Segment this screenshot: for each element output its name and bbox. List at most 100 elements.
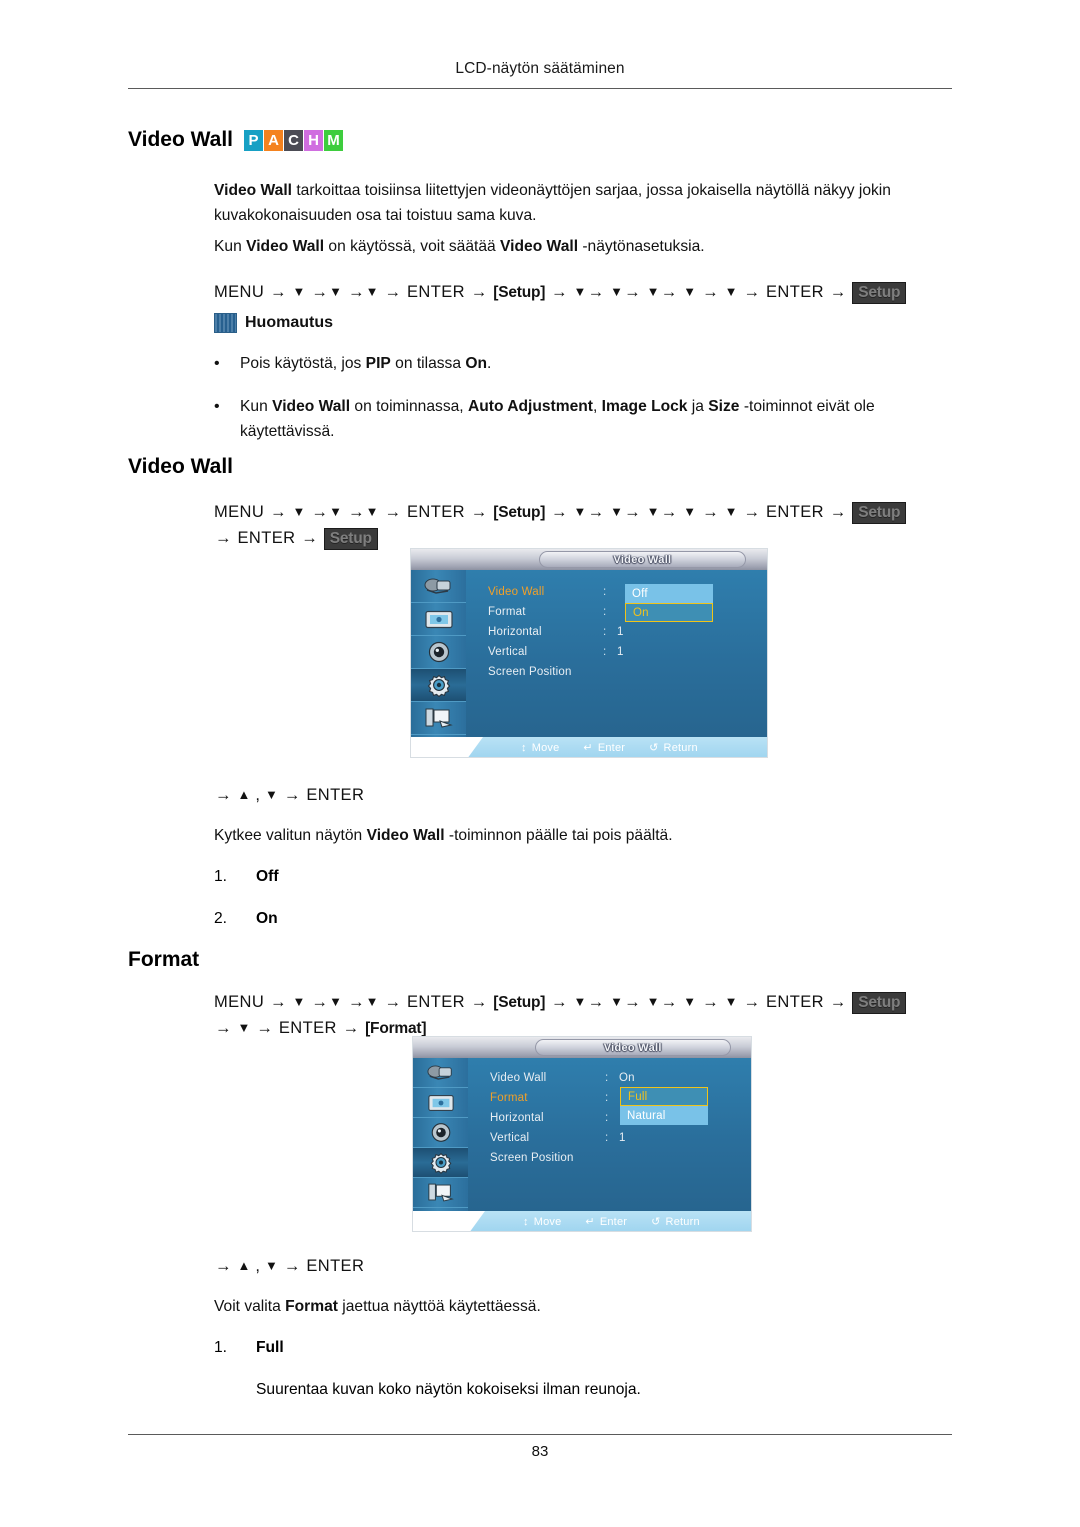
osd-footer-return: ↺ Return (649, 742, 698, 754)
osd2-sidebar-item-picture[interactable] (413, 1088, 468, 1118)
osd-sidebar-item-sound[interactable] (411, 636, 466, 669)
path-arrow: → (215, 786, 232, 804)
path2-down-8: ▼ (724, 504, 738, 519)
osd-row-horizontal[interactable]: Horizontal : 1 (466, 622, 767, 642)
osd2-row-vertical[interactable]: Vertical : 1 (468, 1128, 751, 1148)
osd-menu-list: Video Wall : Format : Horizontal : 1 Ver… (466, 570, 767, 737)
osd-row-colon: : (603, 646, 607, 658)
page-number: 83 (531, 1443, 549, 1460)
note-bullet-1: • Pois käytöstä, jos PIP on tilassa On. (214, 352, 954, 377)
osd-titlebar: Video Wall (411, 549, 767, 570)
osd2-sidebar-item-multicontrol[interactable] (413, 1178, 468, 1208)
path-down-3: ▼ (365, 284, 379, 299)
option-number: 2. (214, 909, 228, 927)
osd2-row-value: 1 (619, 1132, 626, 1144)
osd2-row-colon: : (605, 1092, 609, 1104)
osd2-sidebar-item-setup[interactable] (413, 1148, 468, 1178)
desc3-post: jaettua näyttöä käytettäessä. (337, 1298, 541, 1315)
path-arrow: → (743, 503, 761, 521)
desc2-bold: Video Wall (366, 827, 445, 844)
picture-icon (424, 610, 453, 628)
path-arrow: → (347, 503, 365, 521)
osd-row-label: Vertical (488, 646, 528, 658)
note-bullet-list: • Pois käytöstä, jos PIP on tilassa On. … (214, 352, 954, 463)
key-down-arrow: ▼ (264, 1258, 279, 1273)
path2-down-2: ▼ (329, 504, 343, 519)
bullet-text: Kun Video Wall on toiminnassa, Auto Adju… (240, 395, 954, 445)
usage-bold-2: Video Wall (500, 238, 579, 255)
key-up-arrow: ▲ (237, 787, 251, 802)
path-arrow: → (311, 503, 329, 521)
osd2-body: Video Wall : On Format : Horizontal : Ve… (413, 1058, 751, 1211)
usage-paragraph: Kun Video Wall on käytössä, voit säätää … (214, 234, 954, 259)
osd2-row-format[interactable]: Format : (468, 1088, 751, 1108)
osd-sidebar (411, 570, 466, 737)
bullet-text: Pois käytöstä, jos PIP on tilassa On. (240, 352, 954, 377)
path2-down-7: ▼ (683, 504, 697, 519)
path-menu-label: MENU (214, 283, 265, 301)
osd-title-pill: Video Wall (539, 551, 746, 568)
osd2-value-popup[interactable]: Full Natural (620, 1087, 708, 1125)
osd2-row-screen-position[interactable]: Screen Position (468, 1148, 751, 1168)
osd-value-popup[interactable]: Off On (625, 584, 713, 622)
osd2-title-pill: Video Wall (534, 1039, 731, 1056)
usage-mid: on käytössä, voit säätää (324, 238, 501, 255)
osd-row-screen-position[interactable]: Screen Position (466, 662, 767, 682)
path-arrow: → (702, 993, 719, 1011)
path-down-7: ▼ (683, 284, 697, 299)
keys-line-section2: → ▲ , ▼ → ENTER (214, 783, 364, 809)
osd-footer-enter: ↵ Enter (583, 742, 625, 754)
option-label: Full (256, 1339, 284, 1356)
osd-row-video-wall[interactable]: Video Wall : (466, 582, 767, 602)
osd2-row-video-wall[interactable]: Video Wall : On (468, 1068, 751, 1088)
path-arrow: → (743, 993, 761, 1011)
osd2-row-horizontal[interactable]: Horizontal : (468, 1108, 751, 1128)
osd-row-format[interactable]: Format : (466, 602, 767, 622)
bullet2-bold-size: Size (708, 397, 740, 415)
path2-down-6: ▼ (646, 504, 660, 519)
path3-chip-setup-light: [Setup] (493, 994, 546, 1011)
osd2-title-text: Video Wall (603, 1041, 662, 1054)
running-header: LCD-näytön säätäminen (455, 60, 625, 77)
osd-row-vertical[interactable]: Vertical : 1 (466, 642, 767, 662)
path-arrow: → (470, 503, 488, 521)
osd2-row-colon: : (605, 1112, 609, 1124)
osd2-row-value: On (619, 1072, 635, 1084)
osd-sidebar-item-multicontrol[interactable] (411, 702, 466, 735)
path-arrow: → (384, 993, 402, 1011)
path2-line2-chip-setup-dark: Setup (323, 527, 378, 550)
note-icon (214, 313, 237, 333)
osd-sidebar-item-input[interactable] (411, 570, 466, 603)
osd2-sidebar-item-sound[interactable] (413, 1118, 468, 1148)
osd-option-on[interactable]: On (625, 603, 713, 622)
osd2-option-natural[interactable]: Natural (620, 1106, 708, 1125)
osd-footer-move-label: Move (531, 742, 560, 754)
path-arrow: → (551, 993, 568, 1011)
bullet-marker: • (214, 397, 220, 415)
intro-rest: tarkoittaa toisiinsa liitettyjen videonä… (214, 182, 891, 225)
option-number: 1. (214, 868, 228, 885)
path-arrow: → (829, 993, 847, 1011)
osd2-option-full[interactable]: Full (620, 1087, 708, 1106)
section2-description: Kytkee valitun näytön Video Wall -toimin… (214, 823, 954, 848)
osd-body: Video Wall : Format : Horizontal : 1 Ver… (411, 570, 767, 737)
osd2-sidebar-item-input[interactable] (413, 1058, 468, 1088)
path-arrow: → (215, 1018, 232, 1037)
path-arrow: → (269, 503, 287, 521)
path-down-6: ▼ (646, 284, 660, 299)
osd-sidebar-item-setup[interactable] (411, 669, 466, 702)
osd-footer-return-label: Return (663, 742, 698, 754)
osd-option-off[interactable]: Off (625, 584, 713, 603)
bullet1-mid: on tilassa (390, 355, 466, 372)
badge-p: P (244, 129, 264, 151)
key-enter-label: ENTER (306, 1257, 365, 1275)
osd-footer: ↕ Move ↵ Enter ↺ Return (411, 737, 767, 757)
section2-option-list: 1. Off 2. On (214, 865, 714, 949)
path-arrow: → (384, 283, 402, 301)
osd-sidebar-item-picture[interactable] (411, 603, 466, 636)
osd-screenshot-video-wall: Video Wall Video Wall: Format: Horizon… (410, 548, 768, 758)
osd2-footer-return-label: Return (665, 1216, 700, 1228)
bullet2-bold-imagelock: Image Lock (601, 397, 688, 415)
path-arrow: → (660, 503, 678, 521)
osd-footer-move: ↕ Move (521, 742, 559, 754)
